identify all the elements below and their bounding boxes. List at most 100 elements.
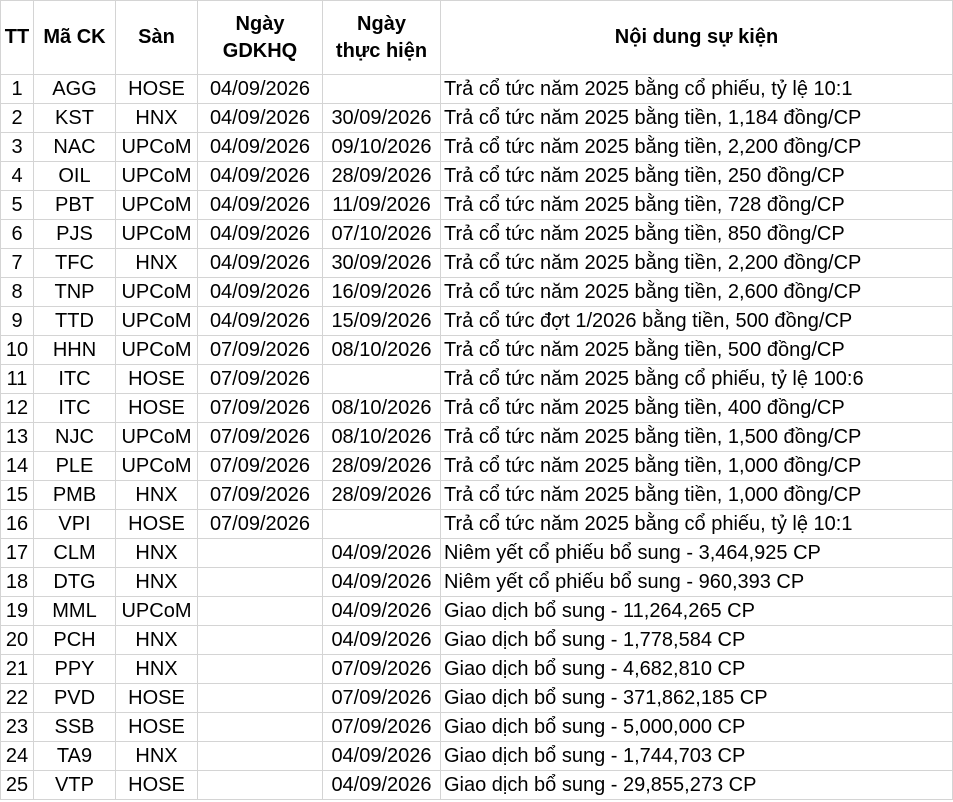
- cell-ngay-thuc-hien: 09/10/2026: [322, 132, 441, 162]
- header-thuc-hien-line1: Ngày: [357, 12, 406, 35]
- cell-ngay-thuc-hien: 04/09/2026: [322, 596, 441, 626]
- cell-ngay-thuc-hien: 28/09/2026: [322, 451, 441, 481]
- cell-san: UPCoM: [115, 306, 198, 336]
- table-row: 23 SSB HOSE 07/09/2026 Giao dịch bổ sung - 5…: [0, 712, 953, 742]
- cell-san: HNX: [115, 567, 198, 597]
- cell-noi-dung: Niêm yết cổ phiếu bổ sung - 960,393 CP: [440, 567, 953, 597]
- cell-ngay-gdkhq: [197, 770, 323, 800]
- cell-ngay-gdkhq: 07/09/2026: [197, 509, 323, 539]
- header-thuc-hien: Ngày thực hiện: [322, 0, 441, 75]
- table-body: 1 AGG HOSE 04/09/2026 Trả cổ tức năm 2025 bằ…: [0, 74, 953, 800]
- cell-ngay-gdkhq: [197, 654, 323, 684]
- header-san: Sàn: [115, 0, 198, 75]
- header-ma-ck: Mã CK: [33, 0, 116, 75]
- cell-noi-dung: Trả cổ tức năm 2025 bằng tiền, 250 đồng/…: [440, 161, 953, 191]
- table-row: 4 OIL UPCoM 04/09/2026 28/09/2026 Trả cổ tức …: [0, 161, 953, 191]
- table-row: 17 CLM HNX 04/09/2026 Niêm yết cổ phiếu bổ s…: [0, 538, 953, 568]
- cell-ngay-gdkhq: 07/09/2026: [197, 422, 323, 452]
- cell-noi-dung: Giao dịch bổ sung - 371,862,185 CP: [440, 683, 953, 713]
- cell-ma-ck: ITC: [33, 364, 116, 394]
- cell-noi-dung: Giao dịch bổ sung - 5,000,000 CP: [440, 712, 953, 742]
- cell-tt: 9: [0, 306, 34, 336]
- cell-ma-ck: PJS: [33, 219, 116, 249]
- cell-noi-dung: Trả cổ tức năm 2025 bằng tiền, 2,600 đồn…: [440, 277, 953, 307]
- cell-ngay-gdkhq: [197, 625, 323, 655]
- table-row: 8 TNP UPCoM 04/09/2026 16/09/2026 Trả cổ tức …: [0, 277, 953, 307]
- cell-noi-dung: Trả cổ tức năm 2025 bằng tiền, 400 đồng/…: [440, 393, 953, 423]
- cell-ngay-thuc-hien: 04/09/2026: [322, 770, 441, 800]
- cell-ngay-gdkhq: 07/09/2026: [197, 393, 323, 423]
- cell-ma-ck: HHN: [33, 335, 116, 365]
- cell-noi-dung: Trả cổ tức năm 2025 bằng tiền, 2,200 đồn…: [440, 248, 953, 278]
- cell-tt: 13: [0, 422, 34, 452]
- table-row: 14 PLE UPCoM 07/09/2026 28/09/2026 Trả cổ tức…: [0, 451, 953, 481]
- cell-ma-ck: PVD: [33, 683, 116, 713]
- table-row: 25 VTP HOSE 04/09/2026 Giao dịch bổ sung - 2…: [0, 770, 953, 800]
- cell-noi-dung: Trả cổ tức năm 2025 bằng tiền, 1,184 đồn…: [440, 103, 953, 133]
- cell-ma-ck: ITC: [33, 393, 116, 423]
- cell-tt: 25: [0, 770, 34, 800]
- cell-ma-ck: PMB: [33, 480, 116, 510]
- header-gdkhq-line1: Ngày: [235, 12, 285, 35]
- header-gdkhq: Ngày GDKHQ: [197, 0, 323, 75]
- cell-ngay-thuc-hien: 07/10/2026: [322, 219, 441, 249]
- cell-ngay-thuc-hien: 08/10/2026: [322, 335, 441, 365]
- cell-tt: 7: [0, 248, 34, 278]
- cell-noi-dung: Trả cổ tức đợt 1/2026 bằng tiền, 500 đồn…: [440, 306, 953, 336]
- table-row: 5 PBT UPCoM 04/09/2026 11/09/2026 Trả cổ tức …: [0, 190, 953, 220]
- cell-ma-ck: DTG: [33, 567, 116, 597]
- cell-tt: 20: [0, 625, 34, 655]
- cell-san: HOSE: [115, 712, 198, 742]
- cell-san: UPCoM: [115, 596, 198, 626]
- cell-ma-ck: KST: [33, 103, 116, 133]
- table-header: TT Mã CK Sàn Ngày GDKHQ Ngày thực hiện N…: [0, 0, 953, 75]
- cell-ngay-gdkhq: [197, 538, 323, 568]
- cell-tt: 14: [0, 451, 34, 481]
- cell-noi-dung: Trả cổ tức năm 2025 bằng tiền, 1,000 đồn…: [440, 480, 953, 510]
- cell-ngay-gdkhq: 07/09/2026: [197, 451, 323, 481]
- cell-noi-dung: Giao dịch bổ sung - 29,855,273 CP: [440, 770, 953, 800]
- table-row: 21 PPY HNX 07/09/2026 Giao dịch bổ sung - 4,…: [0, 654, 953, 684]
- header-thuc-hien-line2: thực hiện: [335, 39, 428, 62]
- cell-ma-ck: PPY: [33, 654, 116, 684]
- table-row: 3 NAC UPCoM 04/09/2026 09/10/2026 Trả cổ tức …: [0, 132, 953, 162]
- cell-san: UPCoM: [115, 277, 198, 307]
- cell-noi-dung: Trả cổ tức năm 2025 bằng cổ phiếu, tỷ lệ…: [440, 364, 953, 394]
- cell-tt: 21: [0, 654, 34, 684]
- cell-ma-ck: PBT: [33, 190, 116, 220]
- table-row: 11 ITC HOSE 07/09/2026 Trả cổ tức năm 2025 b…: [0, 364, 953, 394]
- cell-ngay-gdkhq: [197, 596, 323, 626]
- cell-tt: 2: [0, 103, 34, 133]
- cell-noi-dung: Giao dịch bổ sung - 1,744,703 CP: [440, 741, 953, 771]
- cell-noi-dung: Trả cổ tức năm 2025 bằng cổ phiếu, tỷ lệ…: [440, 509, 953, 539]
- cell-ngay-gdkhq: 07/09/2026: [197, 480, 323, 510]
- cell-san: UPCoM: [115, 451, 198, 481]
- cell-tt: 12: [0, 393, 34, 423]
- cell-ma-ck: OIL: [33, 161, 116, 191]
- cell-san: HOSE: [115, 74, 198, 104]
- cell-ma-ck: NAC: [33, 132, 116, 162]
- cell-san: HOSE: [115, 393, 198, 423]
- cell-san: HNX: [115, 741, 198, 771]
- cell-ma-ck: CLM: [33, 538, 116, 568]
- cell-ngay-thuc-hien: 11/09/2026: [322, 190, 441, 220]
- cell-ngay-gdkhq: 04/09/2026: [197, 306, 323, 336]
- cell-san: HNX: [115, 654, 198, 684]
- cell-ma-ck: PCH: [33, 625, 116, 655]
- cell-tt: 8: [0, 277, 34, 307]
- cell-noi-dung: Trả cổ tức năm 2025 bằng tiền, 1,500 đồn…: [440, 422, 953, 452]
- cell-ngay-gdkhq: 04/09/2026: [197, 161, 323, 191]
- cell-noi-dung: Trả cổ tức năm 2025 bằng tiền, 850 đồng/…: [440, 219, 953, 249]
- cell-san: UPCoM: [115, 219, 198, 249]
- cell-san: UPCoM: [115, 132, 198, 162]
- table-row: 13 NJC UPCoM 07/09/2026 08/10/2026 Trả cổ tức…: [0, 422, 953, 452]
- cell-ma-ck: VTP: [33, 770, 116, 800]
- table-row: 20 PCH HNX 04/09/2026 Giao dịch bổ sung - 1,…: [0, 625, 953, 655]
- cell-ma-ck: TA9: [33, 741, 116, 771]
- cell-san: HNX: [115, 248, 198, 278]
- cell-ma-ck: TTD: [33, 306, 116, 336]
- cell-ngay-gdkhq: [197, 712, 323, 742]
- cell-noi-dung: Trả cổ tức năm 2025 bằng tiền, 1,000 đồn…: [440, 451, 953, 481]
- cell-san: HNX: [115, 538, 198, 568]
- cell-ma-ck: AGG: [33, 74, 116, 104]
